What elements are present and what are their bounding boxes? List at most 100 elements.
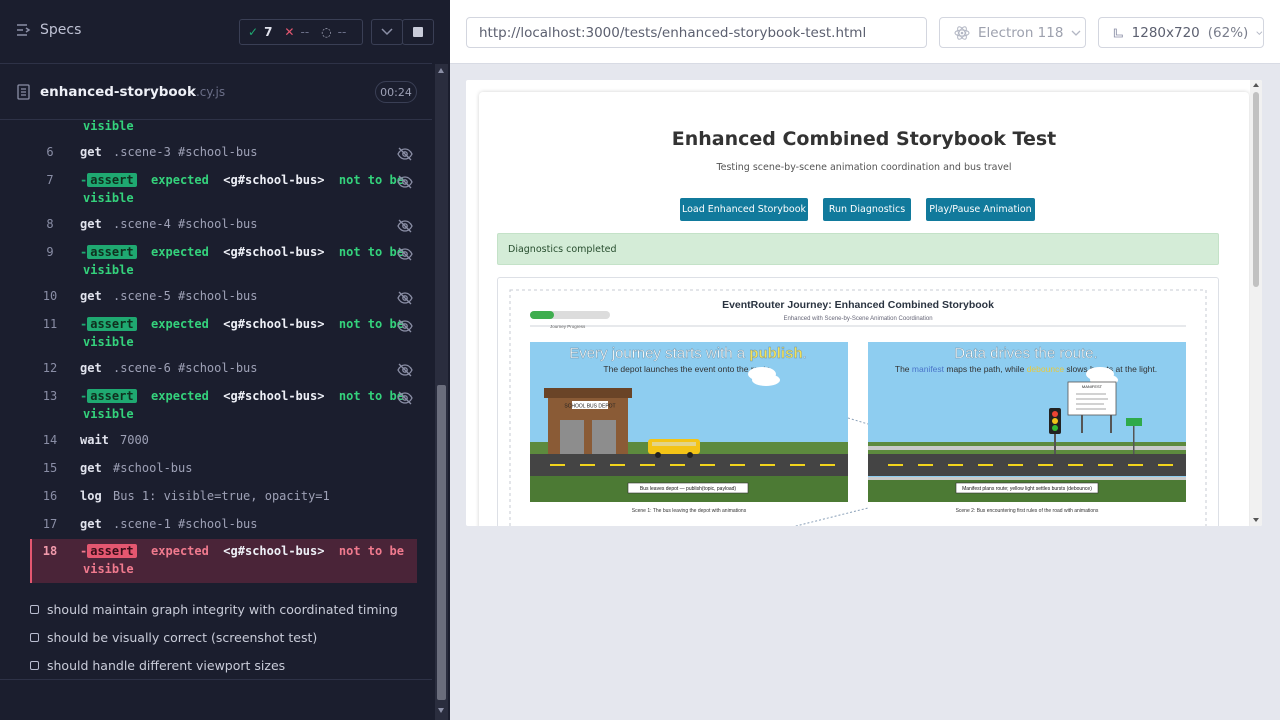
- eye-slash-icon[interactable]: [397, 219, 413, 233]
- specs-list-icon: [17, 24, 31, 36]
- command-continuation: visible: [83, 191, 134, 205]
- specs-toggle[interactable]: Specs: [16, 22, 81, 38]
- command-message: .scene-1 #school-bus: [113, 517, 258, 531]
- command-log: visible 6 get .scene-3 #school-bus 7 - as…: [30, 120, 417, 585]
- specs-label: Specs: [40, 22, 82, 38]
- command-row[interactable]: 9 - assert expected <g#school-bus> not to…: [30, 242, 417, 282]
- command-row[interactable]: 15 get #school-bus: [30, 458, 417, 482]
- command-row: visible: [30, 120, 417, 140]
- test-checkbox: [30, 633, 39, 642]
- pass-check-icon: ✓: [248, 25, 259, 39]
- storybook-subtitle: Enhanced with Scene-by-Scene Animation C…: [783, 316, 932, 322]
- command-continuation: visible: [83, 263, 134, 277]
- eye-slash-icon[interactable]: [397, 247, 413, 261]
- command-row[interactable]: 13 - assert expected <g#school-bus> not t…: [30, 386, 417, 426]
- run-diagnostics-button[interactable]: Run Diagnostics: [823, 198, 911, 221]
- command-number: 14: [42, 433, 58, 447]
- test-checkbox: [30, 661, 39, 670]
- scroll-down-arrow-icon[interactable]: [1253, 518, 1259, 522]
- eye-slash-icon[interactable]: [397, 291, 413, 305]
- scene2-line: The manifest maps the path, while deboun…: [895, 364, 1157, 374]
- journey-progress-fill: [530, 311, 554, 319]
- aut-iframe: Enhanced Combined Storybook Test Testing…: [466, 80, 1262, 526]
- route-sign: [1126, 418, 1142, 426]
- scene-1: Every journey starts with a publish. The…: [530, 342, 848, 514]
- chevron-down-icon: [1256, 30, 1263, 35]
- load-storybook-button[interactable]: Load Enhanced Storybook: [680, 198, 808, 221]
- test-title: should maintain graph integrity with coo…: [47, 602, 398, 617]
- browser-select[interactable]: Electron 118: [939, 17, 1086, 48]
- scene1-label: Scene 1: The bus leaving the depot with …: [632, 508, 747, 514]
- scroll-up-arrow-icon[interactable]: [438, 68, 444, 73]
- command-message: Bus 1: visible=true, opacity=1: [113, 489, 330, 503]
- command-row[interactable]: 10 get .scene-5 #school-bus: [30, 286, 417, 310]
- expected-text: expected: [151, 317, 209, 331]
- iframe-scrollbar[interactable]: [1250, 80, 1262, 526]
- eye-slash-icon[interactable]: [397, 319, 413, 333]
- command-name: get: [80, 289, 102, 303]
- command-log-scrollbar[interactable]: [435, 64, 448, 720]
- scrollbar-thumb[interactable]: [1253, 92, 1259, 287]
- school-bus-depot: SCHOOL BUS DEPOT: [544, 388, 632, 454]
- test-item[interactable]: should be visually correct (screenshot t…: [30, 630, 317, 645]
- test-title: should be visually correct (screenshot t…: [47, 630, 318, 645]
- spec-file-name[interactable]: enhanced-storybook.cy.js: [40, 84, 225, 100]
- eye-slash-icon[interactable]: [397, 391, 413, 405]
- eye-slash-icon[interactable]: [397, 147, 413, 161]
- eye-slash-icon[interactable]: [397, 363, 413, 377]
- command-name: get: [80, 145, 102, 159]
- command-row[interactable]: 12 get .scene-6 #school-bus: [30, 358, 417, 382]
- eye-slash-icon[interactable]: [397, 175, 413, 189]
- stop-button[interactable]: [402, 19, 434, 45]
- test-page-card: Enhanced Combined Storybook Test Testing…: [479, 92, 1249, 526]
- passed-count: 7: [264, 25, 273, 39]
- command-name: get: [80, 361, 102, 375]
- test-item[interactable]: should maintain graph integrity with coo…: [30, 602, 398, 617]
- url-bar[interactable]: http://localhost:3000/tests/enhanced-sto…: [466, 17, 927, 48]
- command-message: .scene-4 #school-bus: [113, 217, 258, 231]
- runner-panel: Specs ✓ 7 ✕ -- ◌ -- enhanced-storybook.c…: [0, 0, 450, 720]
- stats-summary: ✓ 7 ✕ -- ◌ --: [239, 19, 363, 45]
- depot-sign: SCHOOL BUS DEPOT: [564, 404, 615, 410]
- command-row[interactable]: 16 log Bus 1: visible=true, opacity=1: [30, 486, 417, 510]
- assert-line: - assert expected <g#school-bus> not to b…: [80, 389, 404, 403]
- storybook-svg: EventRouter Journey: Enhanced Combined S…: [509, 289, 1207, 526]
- scrollbar-thumb[interactable]: [437, 385, 446, 700]
- pending-count: --: [337, 25, 347, 39]
- command-number: 7: [46, 173, 54, 187]
- assert-badge: assert: [87, 544, 137, 558]
- scene2-heading: Data drives the route.: [954, 345, 1097, 362]
- command-row[interactable]: 14 wait 7000: [30, 430, 417, 454]
- command-continuation: visible: [83, 562, 134, 576]
- play-pause-button[interactable]: Play/Pause Animation: [926, 198, 1035, 221]
- assert-line: - assert expected <g#school-bus> not to b…: [80, 544, 404, 558]
- command-message: #school-bus: [113, 461, 193, 475]
- selector-text: <g#school-bus>: [223, 173, 325, 187]
- scroll-down-arrow-icon[interactable]: [438, 708, 444, 713]
- assert-badge: assert: [87, 317, 137, 331]
- expected-text: expected: [151, 173, 209, 187]
- failed-command-row[interactable]: 18 - assert expected <g#school-bus> not t…: [30, 539, 417, 583]
- assert-line: - assert expected <g#school-bus> not to b…: [80, 317, 404, 331]
- command-row[interactable]: 8 get .scene-4 #school-bus: [30, 214, 417, 238]
- command-row[interactable]: 11 - assert expected <g#school-bus> not t…: [30, 314, 417, 354]
- collapse-button[interactable]: [371, 19, 403, 45]
- command-row[interactable]: 17 get .scene-1 #school-bus: [30, 514, 417, 538]
- pending-circle-icon: ◌: [321, 25, 332, 39]
- runner-toolbar: Specs ✓ 7 ✕ -- ◌ --: [0, 0, 434, 64]
- command-number: 17: [42, 517, 58, 531]
- scene1-heading: Every journey starts with a publish.: [569, 345, 807, 362]
- viewport-size: 1280x720: [1131, 24, 1200, 41]
- command-number: 6: [46, 145, 54, 159]
- expected-text: expected: [151, 544, 209, 558]
- chevron-down-icon: [381, 28, 393, 36]
- test-item[interactable]: should handle different viewport sizes: [30, 658, 285, 673]
- command-row[interactable]: 6 get .scene-3 #school-bus: [30, 142, 417, 166]
- viewport-select[interactable]: 1280x720 (62%): [1098, 17, 1264, 48]
- selector-text: <g#school-bus>: [223, 317, 325, 331]
- scroll-up-arrow-icon[interactable]: [1253, 83, 1259, 87]
- command-number: 11: [42, 317, 58, 331]
- app-preview-panel: http://localhost:3000/tests/enhanced-sto…: [450, 0, 1280, 720]
- electron-icon: [954, 25, 970, 40]
- command-row[interactable]: 7 - assert expected <g#school-bus> not to…: [30, 170, 417, 210]
